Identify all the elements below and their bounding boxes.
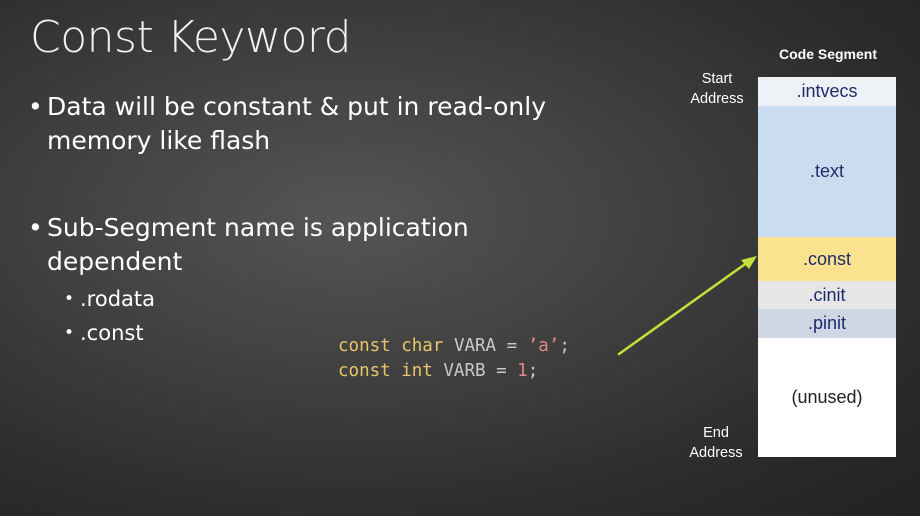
- pointer-arrow-icon: [617, 256, 757, 356]
- arrow-head: [741, 256, 757, 269]
- arrow-line: [617, 260, 750, 356]
